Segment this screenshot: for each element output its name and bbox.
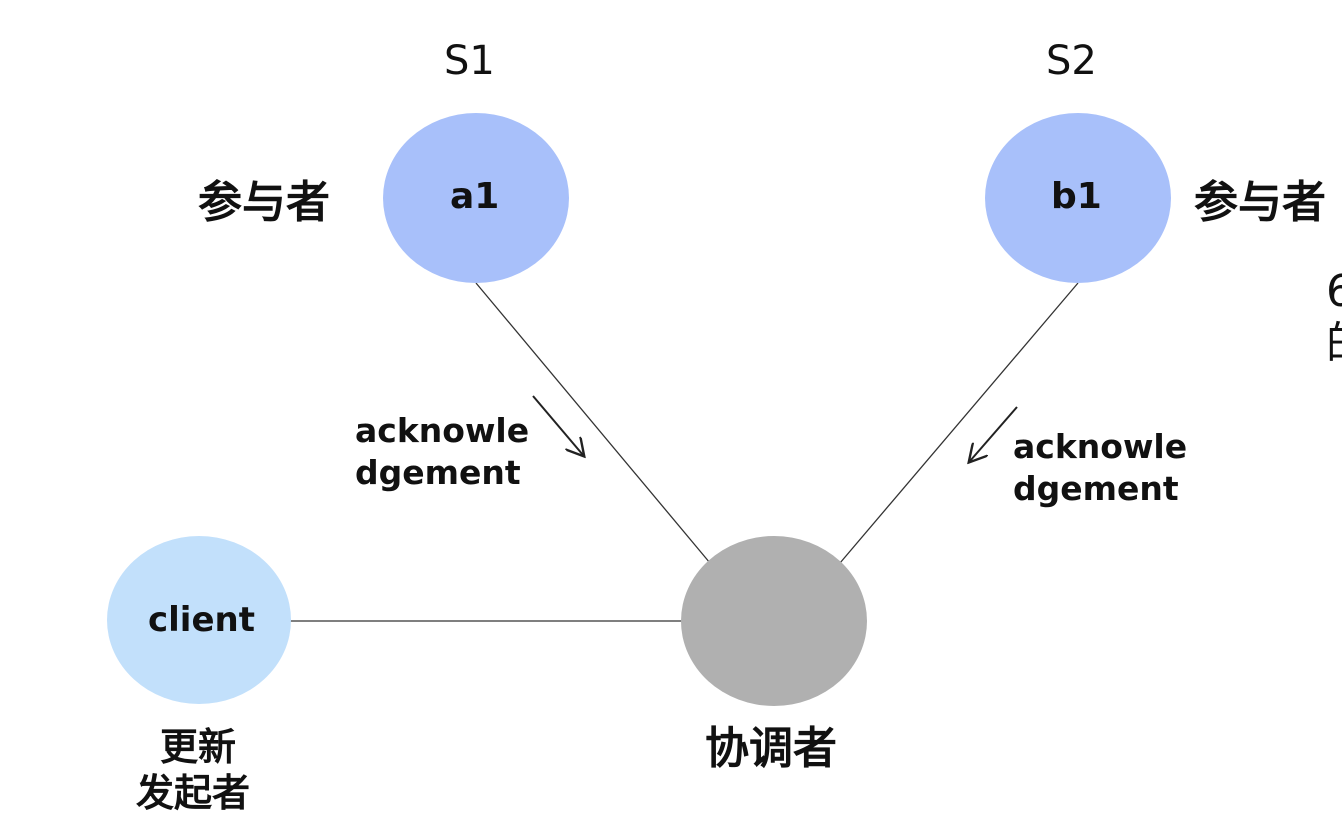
ack-label-right-line1: acknowle: [1013, 427, 1188, 466]
server-label-s2: S2: [1046, 38, 1097, 84]
participant-label-left: 参与者: [198, 177, 330, 228]
clipped-right-text-line2: 的: [1326, 318, 1342, 370]
node-a1-label: a1: [450, 176, 500, 217]
node-b1-label: b1: [1051, 176, 1102, 217]
ack-label-right-line2: dgement: [1013, 469, 1179, 508]
diagram-canvas: [107, 113, 1171, 706]
clipped-right-text: 6 的: [1326, 266, 1342, 370]
client-role-line2: 发起者: [136, 771, 251, 815]
coordinator-label: 协调者: [705, 723, 837, 774]
ack-arrow-left: [532, 395, 583, 455]
ack-arrow-right: [970, 406, 1018, 461]
clipped-right-text-line1: 6: [1326, 266, 1342, 317]
edge-b1-coordinator: [839, 282, 1079, 564]
participant-label-right: 参与者: [1194, 177, 1326, 228]
ack-label-left: acknowle dgement: [355, 410, 529, 494]
ack-label-left-line2: dgement: [355, 453, 521, 492]
server-label-s1: S1: [444, 38, 495, 84]
node-coordinator: [681, 536, 867, 706]
ack-label-left-line1: acknowle: [355, 411, 530, 450]
ack-label-right: acknowle dgement: [1013, 426, 1187, 510]
node-client-label: client: [148, 600, 255, 640]
